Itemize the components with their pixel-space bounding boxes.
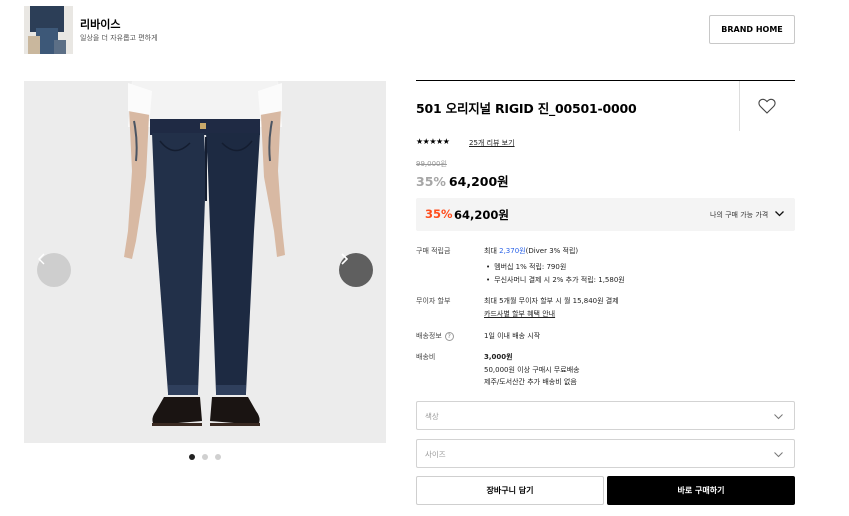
sale-price: 64,200원 — [448, 174, 509, 189]
product-image-gallery[interactable] — [24, 81, 386, 443]
gallery-pagination — [189, 454, 221, 460]
points-label: 구매 적립금 — [416, 247, 451, 255]
my-price-label: 나의 구매 가능 가격 — [710, 211, 769, 219]
rating-stars: ★★★★★ — [416, 137, 450, 146]
divider — [739, 81, 740, 131]
size-select-placeholder: 사이즈 — [425, 450, 446, 459]
my-price: 64,200원 — [454, 208, 509, 222]
points-bullet: 멤버십 1% 적립: 790원 — [486, 262, 566, 272]
heart-icon — [758, 98, 776, 114]
chevron-down-icon — [774, 414, 783, 420]
points-bullet: 무신사머니 결제 시 2% 추가 적립: 1,580원 — [486, 275, 625, 285]
add-to-cart-button[interactable]: 장바구니 담기 — [416, 476, 604, 505]
shipping-info-label: 배송정보? — [416, 331, 454, 341]
installment-label: 무이자 할부 — [416, 297, 451, 305]
product-image — [24, 81, 386, 443]
color-select-placeholder: 색상 — [425, 412, 439, 421]
gallery-dot[interactable] — [202, 454, 208, 460]
shipping-info-value: 1일 이내 배송 시작 — [484, 332, 541, 340]
points-value: 최대 2,370원(Diver 3% 적립) — [484, 246, 578, 256]
shipping-fee-island: 제주/도서산간 추가 배송비 없음 — [484, 378, 577, 386]
gallery-dot[interactable] — [189, 454, 195, 460]
brand-tagline: 일상을 더 자유롭고 편하게 — [80, 34, 158, 42]
shipping-fee-label: 배송비 — [416, 353, 436, 361]
points-prefix: 최대 — [484, 247, 500, 255]
points-amount: 2,370원 — [499, 247, 526, 255]
size-select[interactable]: 사이즈 — [416, 439, 795, 468]
buy-now-button[interactable]: 바로 구매하기 — [607, 476, 795, 505]
product-title: 501 오리지널 RIGID 진_00501-0000 — [416, 101, 637, 116]
gallery-next-button[interactable] — [339, 253, 373, 287]
wishlist-button[interactable] — [758, 98, 776, 114]
chevron-left-icon — [38, 253, 45, 265]
chevron-down-icon — [775, 211, 784, 217]
brand-home-button[interactable]: BRAND HOME — [709, 15, 795, 44]
chevron-right-icon — [341, 253, 349, 265]
color-select[interactable]: 색상 — [416, 401, 795, 430]
chevron-down-icon — [774, 452, 783, 458]
installment-card-link[interactable]: 카드사별 할부 혜택 안내 — [484, 309, 555, 319]
brand-name[interactable]: 리바이스 — [80, 16, 120, 32]
points-suffix: (Diver 3% 적립) — [525, 247, 579, 255]
shipping-fee-condition: 50,000원 이상 구매시 무료배송 — [484, 366, 580, 374]
shipping-info-text: 배송정보 — [416, 332, 442, 340]
help-icon[interactable]: ? — [444, 331, 454, 341]
gallery-prev-button[interactable] — [37, 253, 71, 287]
original-price: 99,000원 — [416, 160, 447, 168]
my-discount-rate: 35% — [425, 207, 453, 221]
shipping-fee-amount: 3,000원 — [484, 353, 513, 361]
my-price-box[interactable]: 35% 64,200원 나의 구매 가능 가격 — [416, 198, 795, 231]
sale-price-row: 35% 64,200원 — [416, 171, 509, 190]
discount-rate: 35% — [416, 174, 446, 189]
brand-logo[interactable] — [24, 6, 73, 54]
installment-value: 최대 5개월 무이자 할부 시 월 15,840원 결제 — [484, 297, 619, 305]
review-link[interactable]: 25개 리뷰 보기 — [469, 138, 515, 148]
gallery-dot[interactable] — [215, 454, 221, 460]
